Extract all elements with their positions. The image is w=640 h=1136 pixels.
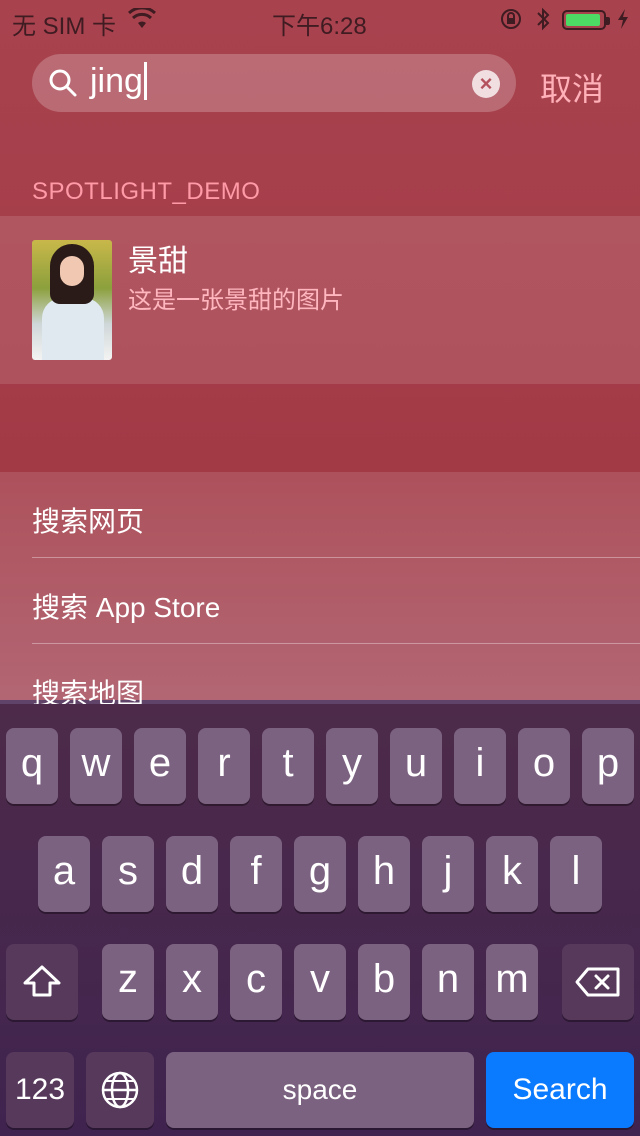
- search-maps-action[interactable]: 搜索地图: [32, 672, 144, 704]
- key-h[interactable]: h: [358, 836, 410, 912]
- space-key[interactable]: space: [166, 1052, 474, 1128]
- key-j[interactable]: j: [422, 836, 474, 912]
- key-a[interactable]: a: [38, 836, 90, 912]
- key-l[interactable]: l: [550, 836, 602, 912]
- charging-icon: [616, 8, 630, 37]
- divider: [32, 557, 640, 558]
- keyboard: q w e r t y u i o p a s d f g h j k l z …: [0, 704, 640, 1136]
- search-field[interactable]: jing ×: [32, 54, 516, 112]
- key-e[interactable]: e: [134, 728, 186, 804]
- key-c[interactable]: c: [230, 944, 282, 1020]
- clock: 下午6:28: [272, 13, 367, 40]
- key-v[interactable]: v: [294, 944, 346, 1020]
- key-r[interactable]: r: [198, 728, 250, 804]
- shift-key[interactable]: [6, 944, 78, 1020]
- key-s[interactable]: s: [102, 836, 154, 912]
- result-thumbnail: [32, 240, 112, 360]
- key-o[interactable]: o: [518, 728, 570, 804]
- key-g[interactable]: g: [294, 836, 346, 912]
- result-subtitle: 这是一张景甜的图片: [128, 287, 344, 314]
- search-web-action[interactable]: 搜索网页: [32, 500, 144, 540]
- text-cursor: [143, 62, 147, 100]
- search-query: jing: [90, 62, 143, 100]
- globe-key[interactable]: [86, 1052, 154, 1128]
- key-z[interactable]: z: [102, 944, 154, 1020]
- key-q[interactable]: q: [6, 728, 58, 804]
- key-f[interactable]: f: [230, 836, 282, 912]
- rotation-lock-icon: [500, 8, 522, 37]
- key-i[interactable]: i: [454, 728, 506, 804]
- search-icon: [48, 68, 78, 103]
- key-t[interactable]: t: [262, 728, 314, 804]
- bluetooth-icon: [536, 7, 550, 38]
- key-w[interactable]: w: [70, 728, 122, 804]
- battery-icon: [562, 10, 610, 30]
- result-title: 景甜: [128, 245, 188, 278]
- cancel-button[interactable]: 取消: [540, 64, 604, 110]
- globe-icon: [100, 1065, 140, 1109]
- key-n[interactable]: n: [422, 944, 474, 1020]
- shift-icon: [22, 957, 62, 1001]
- search-input[interactable]: jing: [90, 62, 147, 101]
- status-bar: 无 SIM 卡 下午6:28: [0, 0, 640, 40]
- key-m[interactable]: m: [486, 944, 538, 1020]
- delete-key[interactable]: [562, 944, 634, 1020]
- key-b[interactable]: b: [358, 944, 410, 1020]
- numbers-key[interactable]: 123: [6, 1052, 74, 1128]
- divider: [32, 643, 640, 644]
- key-k[interactable]: k: [486, 836, 538, 912]
- search-key[interactable]: Search: [486, 1052, 634, 1128]
- search-app-store-action[interactable]: 搜索 App Store: [32, 586, 220, 626]
- key-d[interactable]: d: [166, 836, 218, 912]
- backspace-icon: [574, 957, 622, 1001]
- key-y[interactable]: y: [326, 728, 378, 804]
- section-header: SPOTLIGHT_DEMO: [32, 178, 261, 205]
- search-result-item[interactable]: 景甜 这是一张景甜的图片: [0, 216, 640, 384]
- carrier-label: 无 SIM 卡: [12, 13, 117, 40]
- key-p[interactable]: p: [582, 728, 634, 804]
- search-actions-list: 搜索网页 搜索 App Store 搜索地图: [0, 472, 640, 704]
- key-u[interactable]: u: [390, 728, 442, 804]
- key-x[interactable]: x: [166, 944, 218, 1020]
- wifi-icon: [127, 6, 157, 37]
- clear-icon[interactable]: ×: [472, 70, 500, 98]
